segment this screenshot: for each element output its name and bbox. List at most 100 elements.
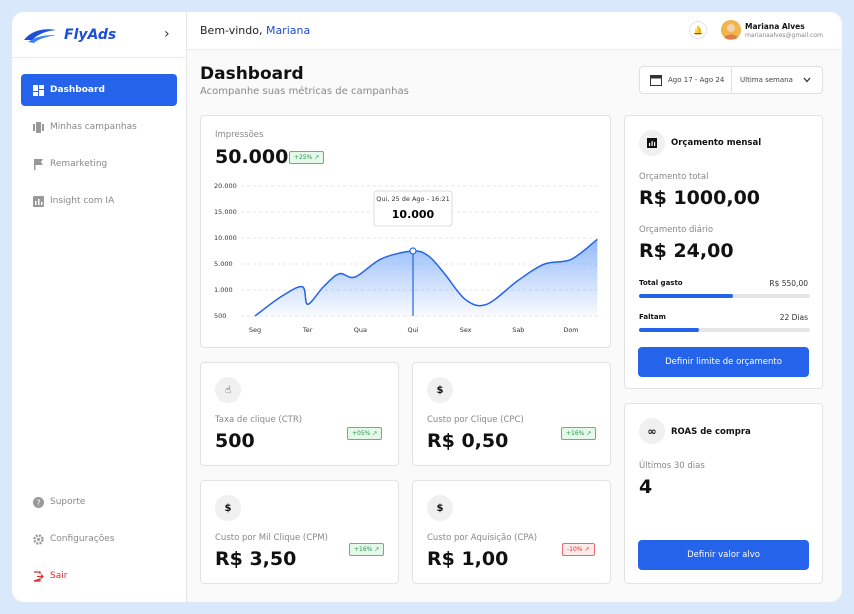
user-email: marianaalves@gmail.com (745, 32, 823, 39)
sidebar-item-label: Configurações (50, 534, 115, 544)
metric-badge: +05% ↗ (347, 427, 383, 440)
trend-up-icon: ↗ (586, 430, 592, 437)
sidebar-item-logout[interactable]: Sair (21, 560, 178, 592)
x-tick-label: Sex (460, 326, 472, 334)
roas-period-label: Últimos 30 dias (639, 461, 705, 471)
sidebar-item-label: Insight com IA (50, 196, 115, 206)
remaining-progress-fill (639, 328, 699, 332)
welcome-text: Bem-vindo, Mariana (200, 24, 310, 37)
bell-icon[interactable]: 🔔 (689, 21, 707, 39)
dollar-icon: $ (427, 377, 453, 403)
budget-total-label: Orçamento total (639, 172, 709, 182)
sidebar-item-remarketing[interactable]: Remarketing (21, 148, 177, 180)
tooltip-date: Qui, 25 de Ago - 16:21 (376, 195, 449, 203)
brand-name: FlyAds (64, 26, 117, 43)
badge-text: -10% (567, 546, 583, 553)
chevron-down-icon (803, 77, 811, 83)
spent-value: R$ 550,00 (769, 279, 808, 288)
sidebar-nav: Dashboard Minhas campanhas Remarketing I… (12, 58, 186, 238)
sidebar-item-insight[interactable]: Insight com IA (21, 185, 177, 217)
gear-icon (33, 533, 44, 545)
y-tick-label: 20.000 (214, 182, 237, 190)
set-target-value-button[interactable]: Definir valor alvo (638, 540, 809, 570)
metric-badge: -10% ↗ (562, 543, 595, 556)
x-tick-label: Sab (512, 326, 524, 334)
budget-total-value: R$ 1000,00 (639, 187, 761, 209)
roas-value: 4 (639, 476, 653, 498)
svg-text:?: ? (36, 498, 40, 507)
flag-icon (34, 158, 43, 170)
grid-icon (33, 84, 44, 96)
avatar-image (721, 20, 741, 40)
sidebar-bottom-nav: ? Suporte Configurações Sair (21, 486, 178, 597)
spent-label: Total gasto (639, 279, 683, 287)
set-budget-limit-button[interactable]: Definir limite de orçamento (638, 347, 809, 377)
sidebar-item-label: Remarketing (50, 159, 108, 169)
wing-logo-icon (24, 28, 56, 43)
chevron-right-icon[interactable]: › (164, 26, 170, 42)
remaining-value: 22 Dias (779, 313, 808, 322)
metric-value: R$ 3,50 (215, 548, 297, 570)
sidebar-item-label: Sair (50, 571, 68, 581)
y-tick-label: 10.000 (214, 234, 237, 242)
sidebar: FlyAds › Dashboard Minhas campanhas Rema… (12, 12, 187, 602)
brand-logo[interactable]: FlyAds (12, 12, 186, 58)
metric-card-cpm: $ Custo por Mil Clique (CPM) R$ 3,50 +16… (200, 480, 399, 584)
period-select[interactable]: Ultima semana (732, 76, 811, 84)
trend-up-icon: ↗ (374, 546, 380, 553)
metric-card-cpa: $ Custo por Aquisição (CPA) R$ 1,00 -10%… (412, 480, 611, 584)
remaining-label: Faltam (639, 313, 666, 321)
app-window: FlyAds › Dashboard Minhas campanhas Rema… (12, 12, 842, 602)
metric-badge: +16% ↗ (561, 427, 597, 440)
welcome-prefix: Bem-vindo, (200, 24, 263, 37)
badge-text: +16% (354, 546, 373, 553)
impressions-card: Impressões 50.000 +25% ↗ 20.000 15.000 10.0… (200, 115, 611, 348)
budget-daily-label: Orçamento diário (639, 225, 714, 235)
spent-progress (639, 294, 810, 298)
metric-value: R$ 1,00 (427, 548, 509, 570)
sidebar-item-settings[interactable]: Configurações (21, 523, 178, 555)
metric-card-cpc: $ Custo por Clique (CPC) R$ 0,50 +16% ↗ (412, 362, 611, 466)
logout-icon (33, 570, 44, 582)
spent-progress-fill (639, 294, 734, 298)
budget-daily-value: R$ 24,00 (639, 240, 734, 262)
metric-label: Custo por Mil Clique (CPM) (215, 533, 328, 543)
badge-text: +16% (566, 430, 585, 437)
budget-title: Orçamento mensal (671, 138, 762, 148)
metric-badge: +16% ↗ (349, 543, 385, 556)
date-filter: Ago 17 - Ago 24 Ultima semana (639, 66, 823, 94)
date-range: Ago 17 - Ago 24 (668, 76, 725, 84)
trend-up-icon: ↗ (372, 430, 378, 437)
sidebar-item-support[interactable]: ? Suporte (21, 486, 178, 518)
x-tick-label: Qua (354, 326, 367, 334)
roas-card: ∞ ROAS de compra Últimos 30 dias 4 Defin… (624, 403, 823, 584)
date-range-picker[interactable]: Ago 17 - Ago 24 (640, 67, 732, 93)
meta-icon: ∞ (639, 418, 665, 444)
campaigns-icon (33, 121, 44, 133)
avatar[interactable] (721, 20, 741, 40)
roas-title: ROAS de compra (671, 427, 751, 437)
budget-card: Orçamento mensal Orçamento total R$ 1000… (624, 115, 823, 389)
user-name: Mariana Alves (745, 22, 805, 31)
report-icon (639, 130, 665, 156)
series-area (255, 239, 598, 316)
page-subtitle: Acompanhe suas métricas de campanhas (200, 86, 409, 97)
metric-value: 500 (215, 430, 255, 452)
help-icon: ? (33, 496, 44, 508)
sidebar-item-dashboard[interactable]: Dashboard (21, 74, 177, 106)
sidebar-item-campaigns[interactable]: Minhas campanhas (21, 111, 177, 143)
sidebar-item-label: Dashboard (50, 85, 105, 95)
main-content: Bem-vindo, Mariana 🔔 Mariana Alves maria… (187, 12, 842, 602)
x-tick-label: Dom (563, 326, 578, 334)
bar-chart-icon (33, 195, 44, 207)
sidebar-item-label: Suporte (50, 497, 86, 507)
metric-label: Custo por Aquisição (CPA) (427, 533, 538, 543)
impressions-chart: 20.000 15.000 10.000 5.000 1.000 500 Seg Ter Qua… (214, 182, 598, 334)
x-tick-label: Ter (302, 326, 313, 334)
dollar-icon: $ (427, 495, 453, 521)
y-tick-label: 15.000 (214, 208, 237, 216)
metric-value: R$ 0,50 (427, 430, 509, 452)
period-value: Ultima semana (740, 76, 793, 84)
welcome-user: Mariana (265, 24, 311, 37)
tooltip-value: 10.000 (392, 208, 435, 221)
